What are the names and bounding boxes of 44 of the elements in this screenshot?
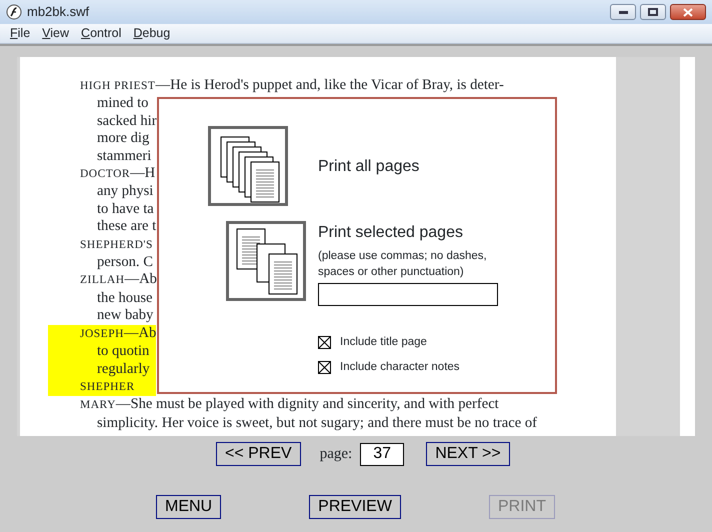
text-line: mined to <box>96 95 148 113</box>
text-line: new baby <box>96 307 154 325</box>
text-line: ZILLAH—Ab <box>79 271 157 290</box>
checkbox[interactable] <box>318 361 331 374</box>
text-line: DOCTOR—H <box>79 165 156 184</box>
print-option-frame[interactable] <box>226 221 306 301</box>
page-field[interactable]: 37 <box>360 442 404 466</box>
close-icon <box>683 8 693 16</box>
text-line: the house <box>96 290 153 308</box>
text-line: MARY—She must be played with dignity and sincerity, and with perfect <box>79 396 499 414</box>
option-label[interactable]: Print all pages <box>318 155 420 179</box>
menu-item[interactable]: Debug <box>127 24 176 43</box>
maximize-button[interactable] <box>640 4 666 20</box>
checkbox-label: Include character notes <box>340 360 460 375</box>
menu-item[interactable]: Control <box>75 24 128 43</box>
minimize-button[interactable] <box>610 4 636 20</box>
checkbox-label: Include title page <box>340 334 427 350</box>
text-line: person. C <box>96 254 153 272</box>
text-line: these are t <box>96 218 156 236</box>
action-button[interactable]: MENU <box>156 495 222 519</box>
window-title: mb2bk.swf <box>27 3 90 22</box>
pages-field[interactable] <box>318 283 498 306</box>
maximize-icon <box>648 8 658 16</box>
menu-item[interactable]: File <box>4 24 36 43</box>
text-line: simplicity. Her voice is sweet, but not sugary; and there must be no trace of <box>96 414 537 432</box>
hint-text: (please use commas; no dashes, spaces or other punctuation) <box>318 249 488 280</box>
close-button[interactable] <box>670 4 706 20</box>
text-line: stammeri <box>96 148 152 166</box>
print-option-frame[interactable] <box>208 126 288 206</box>
prev-button[interactable]: << PREV <box>216 442 301 466</box>
page-label: page: <box>320 444 352 464</box>
text-line: HIGH PRIEST—He is Herod's puppet and, like the Vicar of Bray, is deter- <box>79 77 504 95</box>
text-line: sacked hir <box>96 112 157 130</box>
text-line: any physi <box>96 183 154 201</box>
text-line: more dig <box>96 130 150 148</box>
minimize-icon <box>618 10 628 14</box>
text-line: SHEPHERD'S <box>79 238 153 253</box>
next-button[interactable]: NEXT >> <box>426 442 510 466</box>
menu-item[interactable]: View <box>36 24 76 43</box>
app-icon <box>6 4 22 20</box>
option-label[interactable]: Print selected pages <box>318 221 508 245</box>
checkbox[interactable] <box>318 336 331 349</box>
text-line: to have ta <box>96 200 154 218</box>
action-button[interactable]: PREVIEW <box>309 495 401 519</box>
